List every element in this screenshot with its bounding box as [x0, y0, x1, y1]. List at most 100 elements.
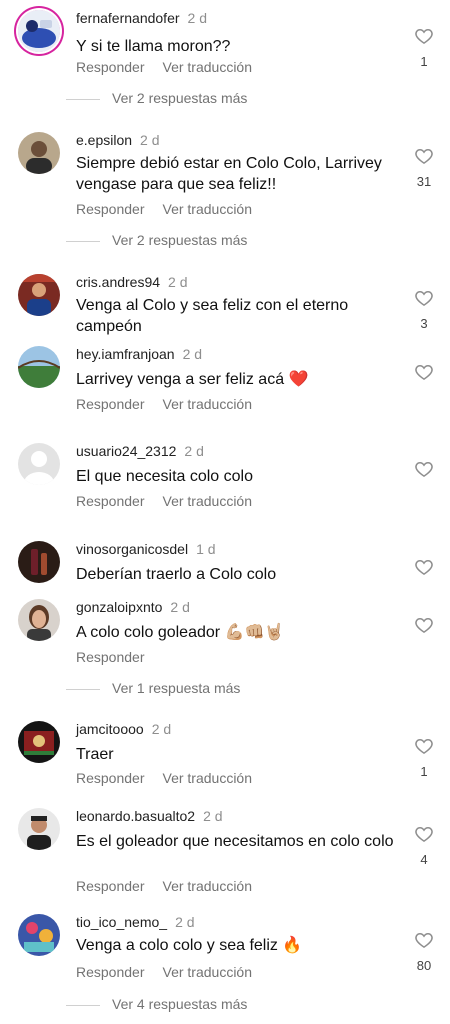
heart-outline-icon [415, 364, 433, 380]
avatar[interactable] [18, 721, 60, 763]
reply-button[interactable]: Responder [76, 878, 145, 894]
comment-username[interactable]: hey.iamfranjoan [76, 346, 175, 362]
reply-button[interactable]: Responder [76, 396, 145, 412]
reply-button[interactable]: Responder [76, 770, 145, 786]
divider [66, 241, 100, 242]
comment-text: Traer [76, 746, 114, 763]
comment-text: Deberían traerlo a Colo colo [76, 566, 277, 583]
like-button[interactable] [414, 362, 434, 382]
comment-username[interactable]: e.epsilon [76, 132, 132, 148]
avatar[interactable] [18, 274, 60, 316]
comment-username[interactable]: fernafernandofer [76, 10, 180, 26]
comment-time: 2 d [151, 721, 172, 737]
translate-button[interactable]: Ver traducción [163, 493, 253, 509]
divider [66, 1005, 100, 1006]
translate-button[interactable]: Ver traducción [163, 59, 253, 75]
comment-username[interactable]: cris.andres94 [76, 274, 160, 290]
comment-actions: Responder Ver traducción [76, 396, 252, 412]
avatar[interactable] [18, 808, 60, 850]
comment-actions: Responder Ver traducción [76, 964, 252, 980]
heart-outline-icon [415, 559, 433, 575]
like-button[interactable] [414, 557, 434, 577]
comment-username[interactable]: leonardo.basualto2 [76, 808, 195, 824]
like-button[interactable]: 1 [414, 26, 434, 69]
translate-button[interactable]: Ver traducción [163, 770, 253, 786]
comment-actions: Responder Ver traducción [76, 201, 252, 217]
comment-time: 2 d [175, 914, 195, 930]
reply-button[interactable]: Responder [76, 649, 145, 665]
comment-meta: gonzaloipxnto 2 d [76, 599, 190, 615]
heart-outline-icon [415, 826, 433, 842]
view-replies[interactable]: Ver 1 respuesta más [0, 680, 450, 700]
comment-meta: vinosorganicosdel 1 d [76, 541, 216, 557]
like-button[interactable]: 4 [414, 824, 434, 867]
reply-button[interactable]: Responder [76, 201, 145, 217]
default-avatar-icon[interactable] [18, 443, 60, 485]
like-button[interactable] [414, 615, 434, 635]
comment-username[interactable]: gonzaloipxnto [76, 599, 162, 615]
heart-outline-icon [415, 617, 433, 633]
comment-time: 2 d [170, 599, 190, 615]
like-button[interactable] [414, 459, 434, 479]
avatar[interactable] [18, 541, 60, 583]
comment-meta: e.epsilon 2 d [76, 132, 160, 148]
comment-text: Es el goleador que necesitamos en colo c… [76, 833, 394, 850]
heart-outline-icon [415, 290, 433, 306]
divider [66, 99, 100, 100]
comment-username[interactable]: vinosorganicosdel [76, 541, 188, 557]
heart-outline-icon [415, 461, 433, 477]
divider [66, 689, 100, 690]
view-replies-label[interactable]: Ver 4 respuestas más [112, 996, 247, 1012]
comment-actions: Responder [76, 649, 145, 665]
avatar[interactable] [18, 599, 60, 641]
view-replies-label[interactable]: Ver 2 respuestas más [112, 90, 247, 106]
like-button[interactable]: 80 [414, 930, 434, 973]
translate-button[interactable]: Ver traducción [163, 201, 253, 217]
translate-button[interactable]: Ver traducción [163, 878, 253, 894]
comment-actions: Responder Ver traducción [76, 493, 252, 509]
comment-username[interactable]: usuario24_2312 [76, 443, 176, 459]
like-button[interactable]: 31 [414, 146, 434, 189]
comment-meta: cris.andres94 2 d [76, 274, 188, 290]
like-button[interactable]: 3 [414, 288, 434, 331]
comment-meta: tio_ico_nemo_ 2 d [76, 914, 195, 930]
comment-text: Siempre debió estar en Colo Colo, Larriv… [76, 155, 382, 193]
comment-text: Venga al Colo y sea feliz con el eterno … [76, 297, 349, 335]
comment-meta: fernafernandofer 2 d [76, 10, 207, 26]
reply-button[interactable]: Responder [76, 59, 145, 75]
comment-meta: usuario24_2312 2 d [76, 443, 204, 459]
reply-button[interactable]: Responder [76, 493, 145, 509]
view-replies[interactable]: Ver 4 respuestas más [0, 996, 450, 1016]
like-count: 31 [416, 174, 432, 189]
view-replies-label[interactable]: Ver 2 respuestas más [112, 232, 247, 248]
avatar[interactable] [18, 132, 60, 174]
comment-text: Y si te llama moron?? [76, 38, 231, 55]
comment-username[interactable]: jamcitoooo [76, 721, 144, 737]
translate-button[interactable]: Ver traducción [163, 964, 253, 980]
comment-meta: jamcitoooo 2 d [76, 721, 171, 737]
like-count: 1 [420, 54, 428, 69]
comment-actions: Responder Ver traducción [76, 770, 252, 786]
like-count: 3 [420, 316, 428, 331]
avatar[interactable] [18, 914, 60, 956]
heart-outline-icon [415, 148, 433, 164]
avatar[interactable] [18, 346, 60, 388]
like-count: 1 [420, 764, 428, 779]
comment-time: 2 d [187, 10, 207, 26]
comment-text: A colo colo goleador 💪🏼👊🏼🤘🏼 [76, 624, 285, 641]
comment-time: 2 d [168, 274, 188, 290]
view-replies[interactable]: Ver 2 respuestas más [0, 232, 450, 252]
view-replies[interactable]: Ver 2 respuestas más [0, 90, 450, 110]
view-replies-label[interactable]: Ver 1 respuesta más [112, 680, 240, 696]
comment-time: 2 d [184, 443, 204, 459]
like-button[interactable]: 1 [414, 736, 434, 779]
comment-text: Venga a colo colo y sea feliz 🔥 [76, 937, 303, 954]
comment-actions: Responder Ver traducción [76, 878, 252, 894]
comment-username[interactable]: tio_ico_nemo_ [76, 914, 167, 930]
heart-outline-icon [415, 28, 433, 44]
comment-text: Larrivey venga a ser feliz acá ❤️ [76, 371, 309, 388]
avatar[interactable] [18, 10, 60, 52]
translate-button[interactable]: Ver traducción [163, 396, 253, 412]
reply-button[interactable]: Responder [76, 964, 145, 980]
comment-time: 2 d [140, 132, 160, 148]
